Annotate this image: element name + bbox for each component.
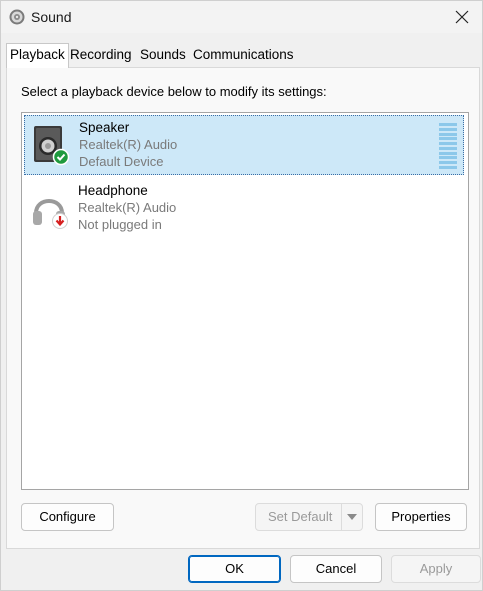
set-default-split-button[interactable]: Set Default [255,503,363,531]
properties-button[interactable]: Properties [375,503,467,531]
device-list[interactable]: Speaker Realtek(R) Audio Default Device [21,112,469,490]
device-status: Default Device [79,154,164,169]
chevron-down-icon [347,514,357,520]
device-driver: Realtek(R) Audio [78,200,177,215]
cancel-button[interactable]: Cancel [290,555,382,583]
close-button[interactable] [442,1,482,33]
tab-recording[interactable]: Recording [67,45,135,65]
ok-button[interactable]: OK [188,555,281,583]
red-down-arrow-icon [52,213,68,229]
device-driver: Realtek(R) Audio [79,137,178,152]
close-icon [455,10,469,24]
tab-sounds[interactable]: Sounds [137,45,189,65]
set-default-dropdown[interactable] [341,504,362,530]
tab-playback[interactable]: Playback [6,43,69,68]
title-bar: Sound [1,1,482,33]
sound-dialog: Sound Playback Recording Sounds Communic… [0,0,483,591]
device-item-headphone[interactable]: Headphone Realtek(R) Audio Not plugged i… [24,179,464,239]
speaker-icon [9,9,25,25]
device-name: Speaker [79,120,130,135]
device-item-speaker[interactable]: Speaker Realtek(R) Audio Default Device [24,115,464,175]
tab-communications[interactable]: Communications [190,45,297,65]
device-status: Not plugged in [78,217,162,232]
instruction-text: Select a playback device below to modify… [21,84,327,99]
apply-button[interactable]: Apply [391,555,481,583]
volume-level-meter [439,123,457,169]
configure-button[interactable]: Configure [21,503,114,531]
headphone-device-icon [33,199,68,229]
set-default-label: Set Default [268,509,333,524]
green-check-icon [52,148,70,166]
device-info: Speaker Realtek(R) Audio Default Device [79,119,177,170]
device-name: Headphone [78,183,148,198]
device-info: Headphone Realtek(R) Audio Not plugged i… [78,182,176,233]
window-title: Sound [31,9,72,25]
speaker-device-icon [34,126,70,166]
playback-panel: Select a playback device below to modify… [6,67,480,549]
